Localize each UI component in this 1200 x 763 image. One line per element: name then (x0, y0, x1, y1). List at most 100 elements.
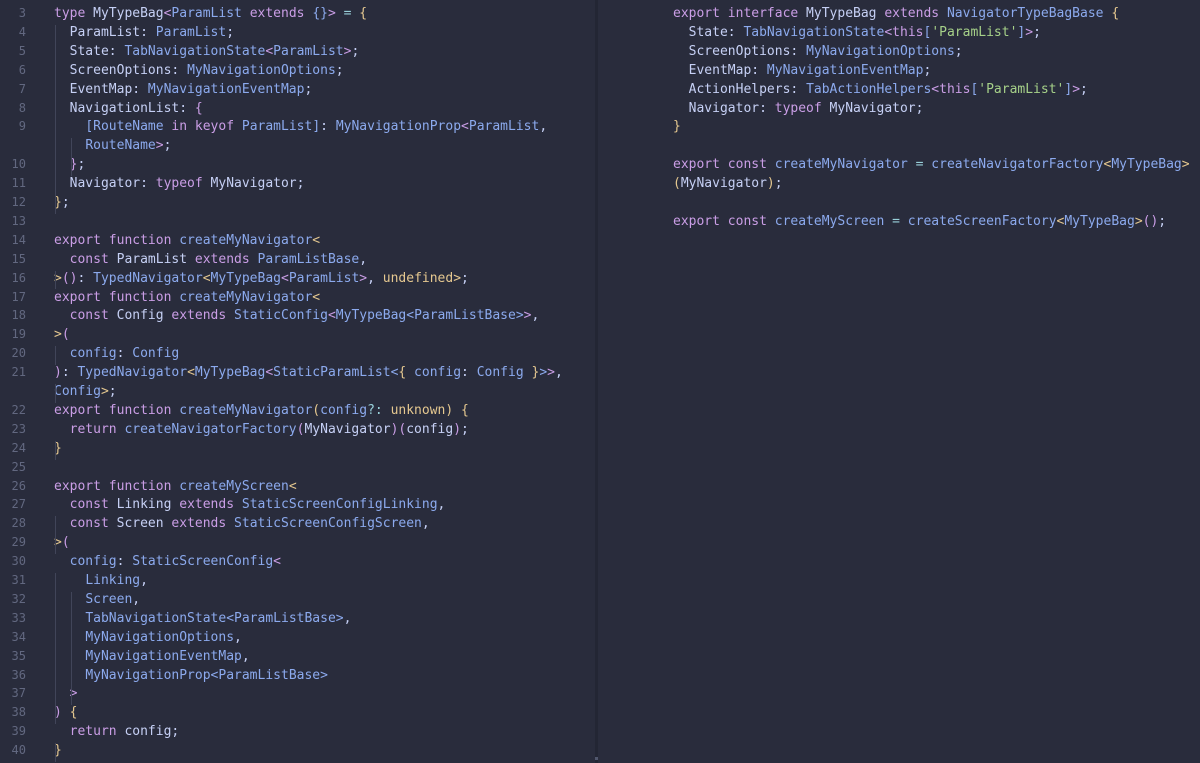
code-line[interactable]: 25 (0, 458, 595, 477)
code-line[interactable]: 18 const Config extends StaticConfig<MyT… (0, 306, 595, 325)
code-line[interactable]: 21): TypedNavigator<MyTypeBag<StaticPara… (0, 363, 595, 382)
code-line[interactable]: 23 return createNavigatorFactory(MyNavig… (0, 420, 595, 439)
code-token: > (515, 308, 524, 324)
code-token: ; (61, 195, 70, 210)
code-token: 'ParamList' (931, 24, 1018, 40)
code-line[interactable]: 31 Linking, (0, 571, 595, 590)
editor-pane-left[interactable]: 3 type MyTypeBag<ParamList extends {}> = … (0, 0, 595, 763)
line-number: 18 (11, 308, 26, 323)
code-line[interactable]: 5 ScreenOptions: MyNavigationOptions; (598, 42, 1200, 61)
code-token: const (69, 516, 109, 532)
code-text: ParamList: ParamList; (54, 23, 234, 42)
line-number: 29 (11, 535, 26, 550)
code-line[interactable]: 37 > (0, 684, 595, 703)
code-token: { (359, 6, 368, 21)
code-token: > (54, 327, 62, 343)
code-token: unknown (382, 402, 446, 418)
code-line[interactable]: 4 State: TabNavigationState<this['ParamL… (598, 23, 1200, 42)
code-line[interactable]: 35 MyNavigationEventMap, (0, 647, 595, 666)
code-line[interactable]: 14 (598, 231, 1200, 250)
code-line[interactable]: 24} (0, 439, 595, 458)
code-line[interactable]: 4 ParamList: ParamList; (0, 23, 595, 42)
code-line[interactable]: 14 export function createMyNavigator< (0, 231, 595, 250)
code-token: } (673, 119, 681, 135)
code-line[interactable]: 8 Navigator: typeof MyNavigator; (598, 99, 1200, 118)
code-line[interactable]: 32 Screen, (0, 590, 595, 609)
code-line[interactable]: 6 ScreenOptions: MyNavigationOptions; (0, 61, 595, 80)
code-line[interactable]: Config>; (0, 382, 595, 401)
code-token: StaticScreenConfigScreen (226, 516, 422, 532)
code-token: () (61, 270, 78, 286)
code-text: Screen, (54, 590, 140, 609)
code-line[interactable]: 5 State: TabNavigationState<ParamList>; (0, 42, 595, 61)
code-token: ; (335, 62, 344, 78)
code-line[interactable]: 17 export function createMyNavigator< (0, 288, 595, 307)
code-line[interactable]: 29 >( (0, 533, 595, 552)
line-number: 5 (18, 43, 26, 58)
code-token: > (155, 138, 164, 154)
code-line[interactable]: 34 MyNavigationOptions, (0, 628, 595, 647)
code-token: : (320, 119, 336, 135)
editor-pane-right[interactable]: 3export interface MyTypeBag extends Navi… (598, 0, 1200, 763)
code-line[interactable]: 26 export function createMyScreen< (0, 477, 595, 496)
code-line[interactable]: 28 const Screen extends StaticScreenConf… (0, 514, 595, 533)
code-line[interactable]: 9} (598, 117, 1200, 136)
code-token: extends (171, 516, 227, 532)
code-line[interactable]: 7 EventMap: MyNavigationEventMap; (0, 80, 595, 99)
code-token: > (335, 610, 344, 626)
code-token: ParamList (234, 119, 313, 135)
code-line[interactable]: 12}; (0, 193, 595, 212)
code-line[interactable]: 16 >(): TypedNavigator<MyTypeBag<ParamLis… (0, 269, 595, 288)
line-number: 23 (11, 421, 26, 436)
code-line[interactable]: 13 (0, 212, 595, 231)
code-line[interactable]: 10 (598, 136, 1200, 155)
code-line[interactable]: 33 TabNavigationState<ParamListBase>, (0, 609, 595, 628)
code-line[interactable]: 27 const Linking extends StaticScreenCon… (0, 495, 595, 514)
code-line[interactable]: 3export interface MyTypeBag extends Navi… (598, 4, 1200, 23)
code-line[interactable]: 9 [RouteName in keyof ParamList]: MyNavi… (0, 117, 595, 136)
code-text: MyNavigationOptions, (54, 628, 242, 647)
code-line[interactable]: RouteName>; (0, 136, 595, 155)
code-token: > (539, 365, 548, 381)
code-line[interactable]: 7 ActionHelpers: TabActionHelpers<this['… (598, 80, 1200, 99)
code-text: export function createMyNavigator< (54, 231, 320, 250)
code-line[interactable]: 11 Navigator: typeof MyNavigator; (0, 174, 595, 193)
code-line[interactable]: 19 >( (0, 325, 595, 344)
code-line[interactable]: 20 config: Config (0, 344, 595, 363)
code-line[interactable]: 3 type MyTypeBag<ParamList extends {}> = … (0, 4, 595, 23)
code-token: createMyNavigator (171, 289, 313, 305)
code-token: extends (179, 497, 235, 513)
code-token: : (116, 554, 133, 570)
code-token: ; (954, 43, 963, 59)
code-text: EventMap: MyNavigationEventMap; (54, 80, 313, 99)
code-text: config: Config (54, 344, 180, 363)
code-line[interactable]: 36 MyNavigationProp<ParamListBase> (0, 666, 595, 685)
code-token: ( (312, 402, 321, 418)
code-line[interactable]: (MyNavigator); (598, 174, 1200, 193)
code-token: ParamList: (54, 24, 156, 40)
code-token: { (61, 705, 78, 721)
code-line[interactable]: 30 config: StaticScreenConfig< (0, 552, 595, 571)
code-line[interactable]: 12 (598, 193, 1200, 212)
code-line[interactable]: 39 return config; (0, 722, 595, 741)
code-text: }; (54, 193, 70, 212)
code-token: ) (54, 365, 62, 381)
code-text: ): TypedNavigator<MyTypeBag<StaticParamL… (54, 363, 563, 382)
code-line[interactable]: 22 export function createMyNavigator(conf… (0, 401, 595, 420)
code-token: < (312, 289, 321, 305)
code-token: { (194, 100, 203, 116)
code-line[interactable]: 38) { (0, 703, 595, 722)
code-line[interactable]: 40} (0, 741, 595, 760)
code-token: ; (77, 157, 86, 173)
code-line[interactable]: 15 const ParamList extends ParamListBase… (0, 250, 595, 269)
code-line[interactable]: 6 EventMap: MyNavigationEventMap; (598, 61, 1200, 80)
code-line[interactable]: 10 }; (0, 155, 595, 174)
code-line[interactable]: 11export const createMyNavigator = creat… (598, 155, 1200, 174)
code-line[interactable]: 13export const createMyScreen = createSc… (598, 212, 1200, 231)
code-line[interactable]: 8 NavigationList: { (0, 99, 595, 118)
code-token: ; (774, 176, 783, 192)
line-number: 12 (11, 195, 26, 209)
